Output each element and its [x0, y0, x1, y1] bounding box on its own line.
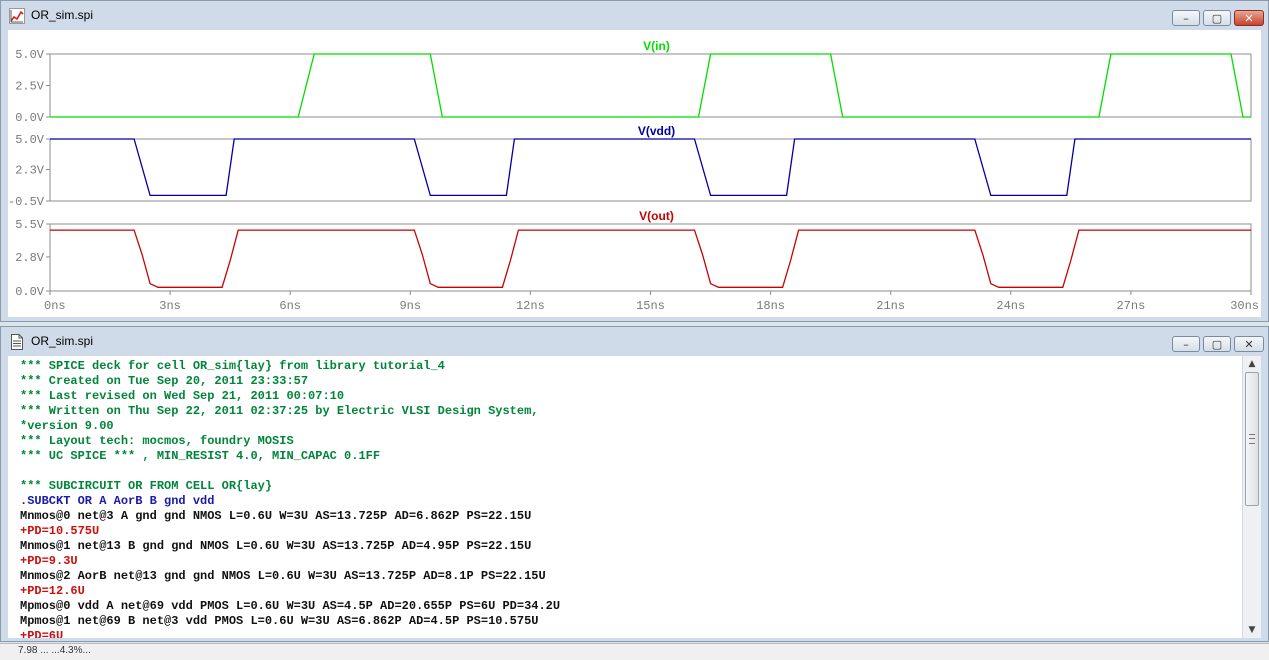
y-tick-label: 5.0V	[15, 48, 45, 62]
minimize-button[interactable]: –	[1172, 336, 1200, 352]
netlist-line: +PD=6U	[20, 629, 64, 638]
netlist-line: +PD=9.3U	[20, 554, 78, 568]
minimize-icon: –	[1183, 12, 1189, 25]
y-tick-label: 0.0V	[15, 285, 45, 299]
scroll-thumb[interactable]	[1245, 372, 1259, 506]
maximize-icon: ▢	[1211, 12, 1223, 25]
netlist-line: Mnmos@0 net@3 A gnd gnd NMOS L=0.6U W=3U…	[20, 509, 532, 523]
close-button[interactable]: ✕	[1234, 336, 1264, 352]
netlist-line: *** Written on Thu Sep 22, 2011 02:37:25…	[20, 404, 539, 418]
netlist-line: +PD=10.575U	[20, 524, 100, 538]
netlist-line: *** SPICE deck for cell OR_sim{lay} from…	[20, 359, 445, 373]
series-line	[50, 229, 1251, 288]
x-tick-label: 3ns	[159, 299, 181, 313]
maximize-button[interactable]: ▢	[1203, 10, 1231, 26]
waveform-chart[interactable]: V(in) 5.0V 2.5V 0.0V V(vdd) 5.0V 2.3V -0.5V V(ou…	[8, 30, 1261, 318]
window-title: OR_sim.spi	[31, 334, 94, 348]
netlist-window: OR_sim.spi – ▢ ✕ *** SPICE deck for cell…	[0, 326, 1269, 642]
netlist-line: Mnmos@1 net@13 B gnd gnd NMOS L=0.6U W=3…	[20, 539, 532, 553]
maximize-button[interactable]: ▢	[1203, 336, 1231, 352]
netlist-text-area[interactable]: *** SPICE deck for cell OR_sim{lay} from…	[8, 356, 1261, 638]
netlist-lines: *** SPICE deck for cell OR_sim{lay} from…	[20, 359, 1241, 638]
y-tick-label: 5.5V	[15, 218, 45, 232]
x-tick-label: 0ns	[44, 299, 66, 313]
netlist-line: .SUBCKT OR A AorB B gnd vdd	[20, 494, 215, 508]
x-tick-label: 15ns	[636, 299, 665, 313]
netlist-line	[20, 464, 1241, 479]
maximize-icon: ▢	[1211, 338, 1223, 351]
y-tick-label: 2.5V	[15, 80, 45, 94]
x-tick-label: 21ns	[876, 299, 905, 313]
grip-icon	[1249, 434, 1255, 444]
status-bar: 7.98 ... ...4.3%...	[0, 643, 1269, 660]
scroll-up-arrow-icon[interactable]: ▲	[1243, 356, 1261, 372]
waveform-icon	[9, 8, 25, 24]
close-icon: ✕	[1244, 12, 1254, 25]
y-tick-label: -0.5V	[8, 195, 45, 209]
series-line	[50, 138, 1251, 197]
minimize-button[interactable]: –	[1172, 10, 1200, 26]
plot-panel-frame	[49, 53, 1252, 118]
netlist-line: +PD=12.6U	[20, 584, 85, 598]
series-line	[50, 53, 1251, 118]
x-tick-label: 18ns	[756, 299, 785, 313]
x-tick-label: 24ns	[996, 299, 1025, 313]
netlist-line: Mpmos@1 net@69 B net@3 vdd PMOS L=0.6U W…	[20, 614, 539, 628]
minimize-icon: –	[1183, 338, 1189, 351]
x-tick-label: 27ns	[1116, 299, 1145, 313]
scroll-down-arrow-icon[interactable]: ▼	[1243, 622, 1261, 638]
waveform-window: OR_sim.spi – ▢ ✕ V(in) 5.0V 2.5V 0.0V V(vdd)…	[0, 0, 1269, 322]
series-label: V(vdd)	[638, 124, 675, 138]
series-label: V(out)	[639, 209, 674, 223]
netlist-line: *** Last revised on Wed Sep 21, 2011 00:…	[20, 389, 345, 403]
y-tick-label: 2.3V	[15, 163, 45, 177]
y-tick-label: 0.0V	[15, 111, 45, 125]
close-icon: ✕	[1244, 338, 1254, 351]
y-tick-label: 2.8V	[15, 251, 45, 265]
netlist-line: *** SUBCIRCUIT OR FROM CELL OR{lay}	[20, 479, 273, 493]
netlist-line: *** Created on Tue Sep 20, 2011 23:33:57	[20, 374, 309, 388]
waveform-plot-area[interactable]: V(in) 5.0V 2.5V 0.0V V(vdd) 5.0V 2.3V -0.5V V(ou…	[8, 30, 1261, 317]
document-icon	[11, 334, 23, 350]
waveform-window-titlebar[interactable]: OR_sim.spi – ▢ ✕	[1, 1, 1268, 29]
y-tick-label: 5.0V	[15, 133, 45, 147]
window-title: OR_sim.spi	[31, 8, 94, 22]
close-button[interactable]: ✕	[1234, 10, 1264, 26]
status-text: 7.98 ... ...4.3%...	[18, 645, 91, 656]
netlist-line: *** Layout tech: mocmos, foundry MOSIS	[20, 434, 294, 448]
netlist-window-titlebar[interactable]: OR_sim.spi – ▢ ✕	[1, 327, 1268, 355]
plot-panel-frame	[49, 223, 1252, 292]
netlist-line: *version 9.00	[20, 419, 114, 433]
netlist-line: Mnmos@2 AorB net@13 gnd gnd NMOS L=0.6U …	[20, 569, 546, 583]
vertical-scrollbar[interactable]: ▲ ▼	[1242, 356, 1261, 638]
x-tick-label: 9ns	[399, 299, 421, 313]
series-label: V(in)	[643, 39, 670, 53]
x-tick-label: 12ns	[516, 299, 545, 313]
netlist-line: *** UC SPICE *** , MIN_RESIST 4.0, MIN_C…	[20, 449, 381, 463]
x-tick-label: 30ns	[1230, 299, 1259, 313]
netlist-line: Mpmos@0 vdd A net@69 vdd PMOS L=0.6U W=3…	[20, 599, 561, 613]
x-tick-label: 6ns	[279, 299, 301, 313]
